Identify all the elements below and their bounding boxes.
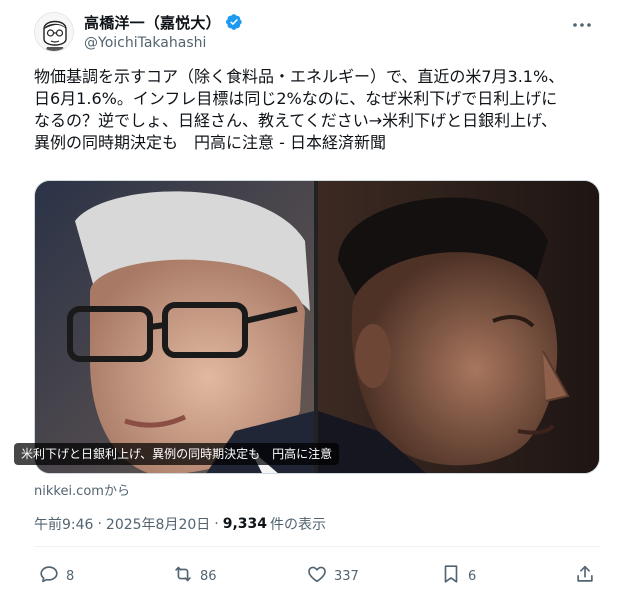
- like-button[interactable]: 337: [306, 562, 359, 590]
- tweet-time[interactable]: 午前9:46: [34, 514, 93, 534]
- display-name[interactable]: 高橋洋一（嘉悦大）: [84, 12, 221, 33]
- link-card[interactable]: [34, 180, 600, 474]
- share-button[interactable]: [574, 562, 596, 590]
- tweet-date[interactable]: 2025年8月20日: [106, 514, 210, 534]
- views-count: 9,334: [222, 516, 268, 532]
- meta-separator-2: ·: [214, 516, 219, 532]
- card-caption[interactable]: 米利下げと日銀利上げ、異例の同時期決定も 円高に注意: [14, 443, 340, 465]
- action-bar: 8 86 337 6: [34, 562, 600, 590]
- handle[interactable]: @YoichiTakahashi: [84, 35, 243, 51]
- retweet-count: 86: [200, 568, 217, 584]
- card-source[interactable]: nikkei.comから: [34, 480, 130, 499]
- tweet-text: 物価基調を示すコア（除く食料品・エネルギー）で、直近の米7月3.1%、 日6月1…: [34, 67, 565, 152]
- reply-count: 8: [66, 568, 75, 584]
- retweet-icon: [172, 563, 194, 589]
- tweet: 高橋洋一（嘉悦大） @YoichiTakahashi 物価基調を示すコア（除く食…: [0, 0, 625, 601]
- views-label: 件の表示: [270, 517, 327, 533]
- bookmark-button[interactable]: 6: [440, 562, 476, 590]
- bookmark-icon: [440, 563, 462, 589]
- tweet-meta: 午前9:46 · 2025年8月20日 · 9,334 件の表示: [34, 514, 326, 534]
- avatar[interactable]: [34, 12, 74, 52]
- meta-separator: ·: [97, 516, 102, 532]
- share-icon: [574, 563, 596, 589]
- reply-button[interactable]: 8: [38, 562, 74, 590]
- card-photo-right: [318, 181, 599, 473]
- avatar-caricature: [35, 13, 73, 51]
- author-block: 高橋洋一（嘉悦大） @YoichiTakahashi: [84, 12, 243, 51]
- bookmark-count: 6: [468, 568, 477, 584]
- reply-icon: [38, 563, 60, 589]
- more-icon[interactable]: [571, 14, 593, 36]
- like-count: 337: [334, 568, 359, 584]
- retweet-button[interactable]: 86: [172, 562, 217, 590]
- card-photo-left: [35, 181, 314, 473]
- verified-icon[interactable]: [225, 13, 243, 31]
- like-icon: [306, 563, 328, 589]
- divider: [34, 546, 600, 547]
